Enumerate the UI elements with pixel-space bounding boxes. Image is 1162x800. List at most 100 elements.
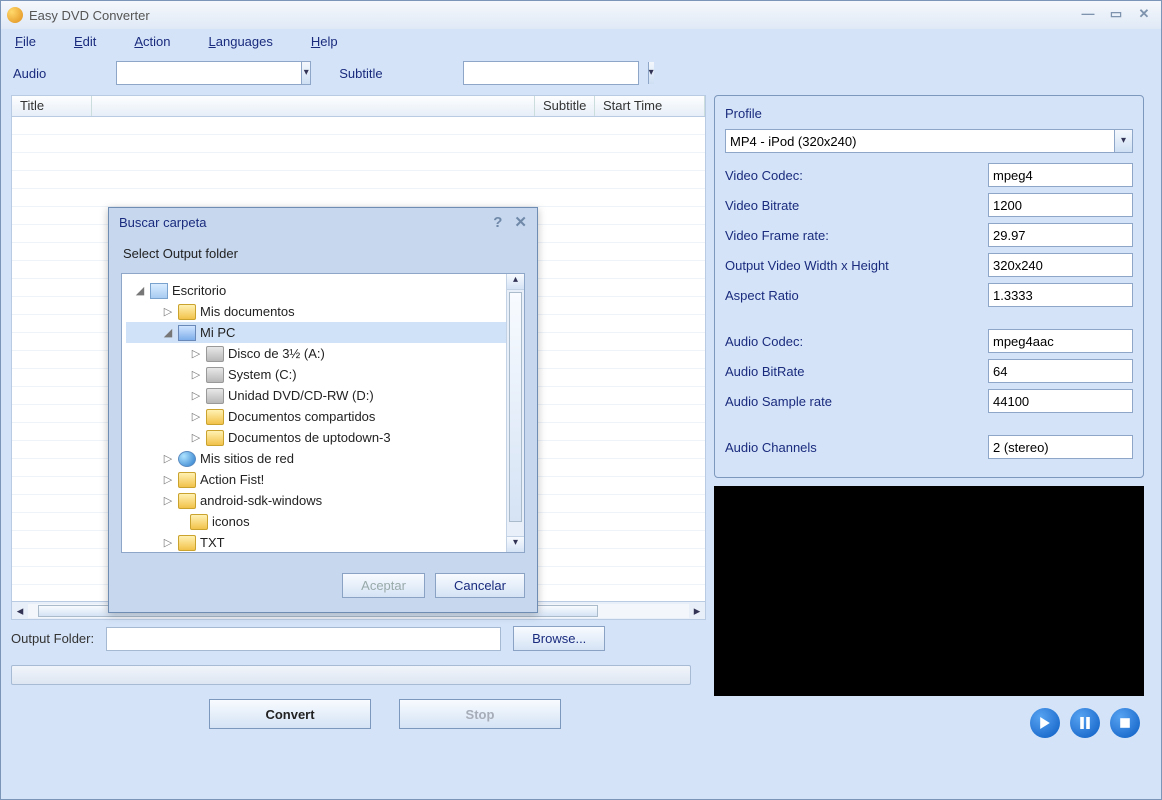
computer-icon bbox=[178, 325, 196, 341]
maximize-button[interactable]: ▭ bbox=[1105, 7, 1127, 23]
convert-button[interactable]: Convert bbox=[209, 699, 371, 729]
video-framerate-label: Video Frame rate: bbox=[725, 228, 988, 243]
folder-icon bbox=[178, 472, 196, 488]
audio-label: Audio bbox=[13, 66, 46, 81]
folder-icon bbox=[178, 493, 196, 509]
video-codec-label: Video Codec: bbox=[725, 168, 988, 183]
progress-bar bbox=[11, 665, 691, 685]
chevron-down-icon[interactable]: ▾ bbox=[648, 62, 654, 84]
subtitle-label: Subtitle bbox=[339, 66, 382, 81]
profile-label: Profile bbox=[725, 106, 1133, 121]
tree-dvd[interactable]: Unidad DVD/CD-RW (D:) bbox=[228, 388, 374, 403]
titlebar: Easy DVD Converter — ▭ ✕ bbox=[1, 1, 1161, 29]
col-start-time[interactable]: Start Time bbox=[595, 96, 705, 116]
profile-input[interactable] bbox=[726, 130, 1114, 152]
tree-desktop[interactable]: Escritorio bbox=[172, 283, 226, 298]
video-preview bbox=[714, 486, 1144, 696]
output-wh-label: Output Video Width x Height bbox=[725, 258, 988, 273]
app-icon bbox=[7, 7, 23, 23]
tree-actionfist[interactable]: Action Fist! bbox=[200, 472, 264, 487]
output-folder-input[interactable] bbox=[106, 627, 501, 651]
tree-iconos[interactable]: iconos bbox=[212, 514, 250, 529]
audio-codec-select[interactable]: ▾ bbox=[988, 329, 1133, 353]
menu-edit[interactable]: Edit bbox=[74, 34, 96, 49]
pause-button[interactable] bbox=[1070, 708, 1100, 738]
folder-browser-dialog: Buscar carpeta ? ✕ Select Output folder … bbox=[108, 207, 538, 613]
tree-floppy[interactable]: Disco de 3½ (A:) bbox=[228, 346, 325, 361]
subtitle-select[interactable]: ▾ bbox=[463, 61, 639, 85]
chevron-down-icon[interactable]: ▾ bbox=[301, 62, 310, 84]
chevron-down-icon[interactable]: ▾ bbox=[1114, 130, 1132, 152]
tree-mypc[interactable]: Mi PC bbox=[200, 325, 235, 340]
tree-txt[interactable]: TXT bbox=[200, 535, 225, 550]
scroll-left-icon[interactable]: ◂ bbox=[12, 603, 28, 619]
subtitle-input[interactable] bbox=[464, 62, 648, 84]
tree-androidsdk[interactable]: android-sdk-windows bbox=[200, 493, 322, 508]
folder-icon bbox=[206, 430, 224, 446]
minimize-button[interactable]: — bbox=[1077, 7, 1099, 23]
menu-help[interactable]: Help bbox=[311, 34, 338, 49]
audio-codec-label: Audio Codec: bbox=[725, 334, 988, 349]
tree-shared[interactable]: Documentos compartidos bbox=[228, 409, 375, 424]
desktop-icon bbox=[150, 283, 168, 299]
col-title[interactable]: Title bbox=[12, 96, 92, 116]
folder-icon bbox=[190, 514, 208, 530]
audio-channels-label: Audio Channels bbox=[725, 440, 988, 455]
video-framerate-select[interactable]: ▾ bbox=[988, 223, 1133, 247]
dialog-close-icon[interactable]: ✕ bbox=[514, 213, 527, 231]
video-codec-select[interactable]: ▾ bbox=[988, 163, 1133, 187]
scroll-thumb[interactable] bbox=[509, 292, 522, 522]
folder-tree[interactable]: ◢Escritorio ▷Mis documentos ◢Mi PC ▷Disc… bbox=[121, 273, 525, 553]
tree-mydocs[interactable]: Mis documentos bbox=[200, 304, 295, 319]
cancel-button[interactable]: Cancelar bbox=[435, 573, 525, 598]
folder-icon bbox=[206, 409, 224, 425]
stop-playback-button[interactable] bbox=[1110, 708, 1140, 738]
close-button[interactable]: ✕ bbox=[1133, 7, 1155, 23]
network-icon bbox=[178, 451, 196, 467]
tree-scrollbar[interactable]: ▴ ▾ bbox=[506, 274, 524, 552]
col-subtitle[interactable]: Subtitle bbox=[535, 96, 595, 116]
video-bitrate-select[interactable]: ▾ bbox=[988, 193, 1133, 217]
app-title: Easy DVD Converter bbox=[29, 8, 150, 23]
aspect-ratio-label: Aspect Ratio bbox=[725, 288, 988, 303]
output-folder-row: Output Folder: Browse... bbox=[11, 626, 706, 651]
menu-languages[interactable]: Languages bbox=[209, 34, 273, 49]
tree-uptodown[interactable]: Documentos de uptodown-3 bbox=[228, 430, 391, 445]
dialog-title: Buscar carpeta bbox=[119, 215, 206, 230]
dialog-subtitle: Select Output folder bbox=[109, 236, 537, 267]
floppy-icon bbox=[206, 346, 224, 362]
menu-file[interactable]: File bbox=[15, 34, 36, 49]
folder-icon bbox=[178, 304, 196, 320]
audio-input[interactable] bbox=[117, 62, 301, 84]
output-folder-label: Output Folder: bbox=[11, 631, 94, 646]
audio-samplerate-label: Audio Sample rate bbox=[725, 394, 988, 409]
menu-action[interactable]: Action bbox=[134, 34, 170, 49]
drive-icon bbox=[206, 367, 224, 383]
folder-icon bbox=[178, 535, 196, 551]
title-list: Title Subtitle Start Time ◂ ▸ Output Fol… bbox=[11, 95, 706, 738]
audio-channels-select[interactable]: ▾ bbox=[988, 435, 1133, 459]
aspect-ratio-select[interactable]: ▾ bbox=[988, 283, 1133, 307]
tree-network[interactable]: Mis sitios de red bbox=[200, 451, 294, 466]
audio-bitrate-label: Audio BitRate bbox=[725, 364, 988, 379]
stop-button[interactable]: Stop bbox=[399, 699, 561, 729]
play-button[interactable] bbox=[1030, 708, 1060, 738]
browse-button[interactable]: Browse... bbox=[513, 626, 605, 651]
tree-system[interactable]: System (C:) bbox=[228, 367, 297, 382]
dvd-drive-icon bbox=[206, 388, 224, 404]
audio-bitrate-select[interactable]: ▾ bbox=[988, 359, 1133, 383]
help-icon[interactable]: ? bbox=[493, 214, 502, 231]
output-wh-select[interactable]: ▾ bbox=[988, 253, 1133, 277]
list-header: Title Subtitle Start Time bbox=[11, 95, 706, 117]
scroll-up-icon[interactable]: ▴ bbox=[507, 274, 524, 290]
menubar: File Edit Action Languages Help bbox=[1, 29, 1161, 53]
audio-samplerate-select[interactable]: ▾ bbox=[988, 389, 1133, 413]
scroll-down-icon[interactable]: ▾ bbox=[507, 536, 524, 552]
video-bitrate-label: Video Bitrate bbox=[725, 198, 988, 213]
accept-button[interactable]: Aceptar bbox=[342, 573, 425, 598]
audio-select[interactable]: ▾ bbox=[116, 61, 311, 85]
scroll-right-icon[interactable]: ▸ bbox=[689, 603, 705, 619]
settings-panel: Profile ▾ Video Codec:▾ Video Bitrate▾ V… bbox=[714, 95, 1144, 478]
profile-select[interactable]: ▾ bbox=[725, 129, 1133, 153]
audio-subtitle-row: Audio ▾ Subtitle ▾ bbox=[1, 53, 1161, 95]
